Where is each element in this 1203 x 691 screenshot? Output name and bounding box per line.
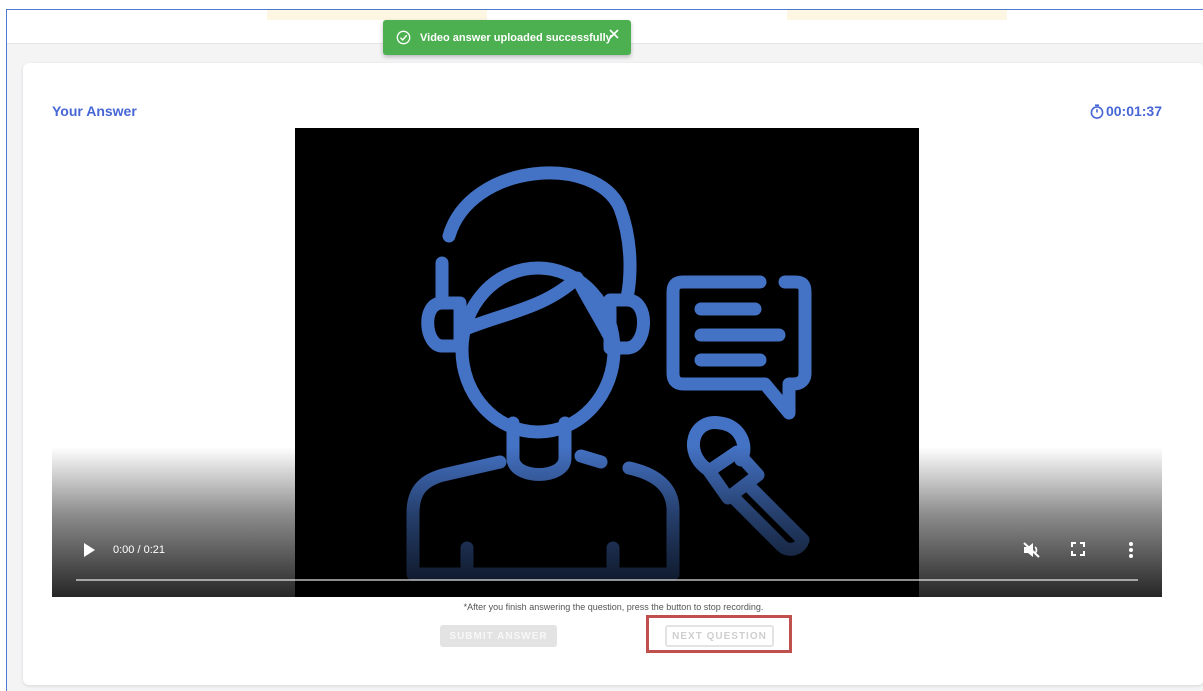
success-toast: Video answer uploaded successfully [383, 20, 631, 55]
fullscreen-icon[interactable] [1071, 542, 1085, 556]
answer-title: Your Answer [52, 103, 137, 119]
toast-message: Video answer uploaded successfully [420, 31, 612, 44]
highlight-box [646, 615, 792, 653]
play-icon[interactable] [83, 543, 95, 557]
submit-answer-button[interactable]: SUBMIT ANSWER [440, 625, 557, 647]
video-progress-bar[interactable] [76, 579, 1138, 581]
mute-icon[interactable] [1023, 542, 1041, 558]
check-circle-icon [396, 30, 411, 45]
timer-value: 00:01:37 [1105, 103, 1162, 119]
app-frame: Your Answer 00:01:37 0:00 / 0:21 *After … [6, 9, 1203, 691]
video-player[interactable]: 0:00 / 0:21 [52, 128, 1162, 597]
answer-card: Your Answer 00:01:37 0:00 / 0:21 *After … [23, 63, 1203, 685]
video-controls: 0:00 / 0:21 [52, 539, 1162, 563]
stopwatch-icon [1090, 103, 1104, 119]
recording-hint: *After you finish answering the question… [463, 602, 764, 612]
background-pattern [267, 10, 487, 20]
background-pattern [787, 10, 1007, 20]
more-options-icon[interactable] [1129, 542, 1133, 558]
close-icon[interactable] [609, 29, 619, 39]
video-time-display: 0:00 / 0:21 [113, 544, 165, 556]
video-controls-overlay [52, 447, 1162, 597]
answer-timer: 00:01:37 [1090, 103, 1162, 119]
